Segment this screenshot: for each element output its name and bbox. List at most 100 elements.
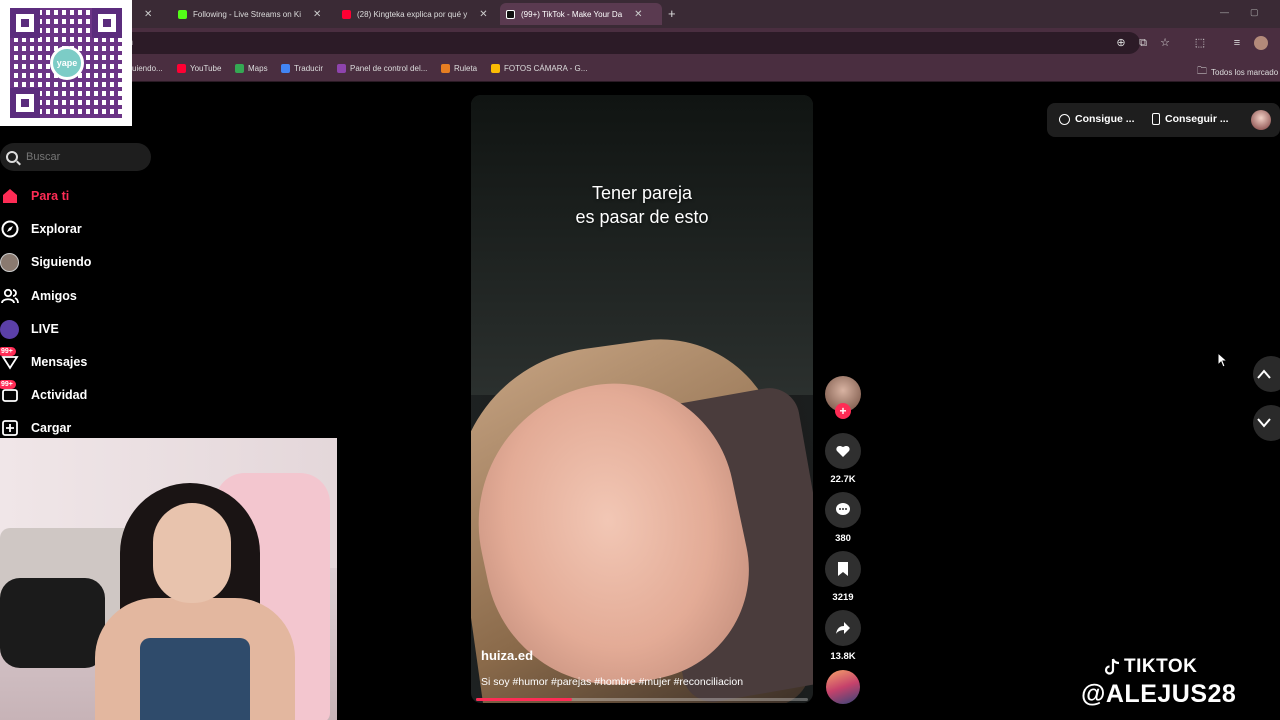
- sidebar-item-explorar[interactable]: Explorar: [0, 217, 82, 241]
- sidebar-item-label: Actividad: [31, 388, 88, 402]
- video-player[interactable]: Tener pareja es pasar de esto huiza.ed S…: [471, 95, 813, 703]
- music-disc[interactable]: [826, 670, 860, 704]
- maximize-button[interactable]: ▢: [1250, 7, 1259, 18]
- bookmark-item[interactable]: uiendo...: [132, 64, 163, 73]
- notification-badge: 99+: [0, 346, 16, 356]
- qr-finder: [10, 8, 40, 38]
- video-author[interactable]: huiza.ed: [481, 648, 533, 663]
- notification-badge: 99+: [0, 379, 16, 389]
- cast-icon[interactable]: ⧉: [1136, 36, 1150, 50]
- sidebar-item-actividad[interactable]: 99+ Actividad: [0, 379, 88, 407]
- stream-overlay-handle: @ALEJUS28: [1081, 680, 1237, 708]
- close-tab-icon[interactable]: ✕: [313, 9, 321, 20]
- previous-video-button[interactable]: [1253, 356, 1280, 392]
- all-bookmarks[interactable]: 🗀 Todos los marcado: [1197, 64, 1278, 81]
- user-avatar[interactable]: [1251, 110, 1271, 130]
- share-button[interactable]: [825, 610, 861, 646]
- sidebar-item-label: Para ti: [31, 189, 70, 203]
- yape-qr-code: yape: [0, 0, 132, 126]
- chevron-down-icon: [1257, 418, 1271, 428]
- search-box[interactable]: [0, 143, 151, 171]
- tiktok-icon: [506, 9, 515, 19]
- bookmark-item[interactable]: Maps: [235, 64, 268, 73]
- sidebar-item-cargar[interactable]: Cargar: [0, 416, 71, 440]
- sidebar-item-siguiendo[interactable]: Siguiendo: [0, 250, 91, 274]
- bookmark-icon: [838, 562, 848, 576]
- sidebar-item-amigos[interactable]: Amigos: [0, 284, 77, 308]
- close-tab-icon[interactable]: ✕: [144, 9, 152, 20]
- heart-icon: [836, 445, 850, 457]
- get-coins-button[interactable]: Consigue ...: [1059, 113, 1135, 125]
- sidebar-item-label: Siguiendo: [31, 255, 92, 269]
- minimize-button[interactable]: —: [1220, 7, 1229, 17]
- bookmark-item[interactable]: Ruleta: [441, 64, 477, 73]
- bookmark-item[interactable]: FOTOS CÁMARA - G...: [491, 64, 587, 73]
- drive-icon: [491, 64, 500, 73]
- share-count: 13.8K: [830, 651, 856, 662]
- address-bar-row: n: [0, 28, 1280, 58]
- extensions-icon[interactable]: ⬚: [1193, 36, 1207, 50]
- bookmark-item[interactable]: YouTube: [177, 64, 221, 73]
- maps-icon: [235, 64, 244, 73]
- comment-button[interactable]: [825, 492, 861, 528]
- tab-label: (28) Kingteka explica por qué y: [357, 9, 468, 19]
- sidebar-item-mensajes[interactable]: 99+ Mensajes: [0, 346, 87, 374]
- stream-overlay-brand: TIKTOK: [1104, 656, 1197, 678]
- live-icon: [0, 319, 19, 339]
- phone-icon: [1152, 113, 1160, 125]
- bookmark-star-icon[interactable]: ☆: [1158, 36, 1172, 50]
- tab-label: Following - Live Streams on Ki: [193, 9, 302, 19]
- sidebar-item-label: Cargar: [31, 421, 72, 435]
- video-progress-bar[interactable]: [476, 698, 808, 701]
- qr-pattern: yape: [10, 8, 122, 118]
- tab-label: (99+) TikTok - Make Your Da: [521, 9, 623, 19]
- video-description[interactable]: Si soy #humor #parejas #hombre #mujer #r…: [481, 676, 743, 688]
- activity-icon: 99+: [0, 379, 19, 405]
- close-tab-icon[interactable]: ✕: [634, 9, 642, 20]
- youtube-icon: [177, 64, 186, 73]
- follow-button[interactable]: +: [835, 403, 851, 419]
- youtube-icon: [342, 9, 351, 19]
- sidebar-item-live[interactable]: LIVE: [0, 317, 59, 341]
- get-app-button[interactable]: Conseguir ...: [1152, 113, 1229, 125]
- media-icon[interactable]: ≡: [1230, 36, 1244, 50]
- bookmarks-bar: uiendo... YouTube Maps Traducir Panel de…: [0, 58, 1280, 82]
- upload-icon: [0, 419, 19, 438]
- like-count: 22.7K: [830, 474, 856, 485]
- save-button[interactable]: [825, 551, 861, 587]
- bookmark-item[interactable]: Panel de control del...: [337, 64, 427, 73]
- tab-tiktok[interactable]: (99+) TikTok - Make Your Da ✕: [500, 3, 662, 25]
- bookmark-item[interactable]: Traducir: [281, 64, 323, 73]
- browser-tab-bar: ✕ Following - Live Streams on Ki ✕ (28) …: [0, 0, 1280, 28]
- home-icon: [0, 187, 19, 206]
- tab-partial[interactable]: ✕: [132, 3, 158, 25]
- comment-count: 380: [835, 533, 851, 544]
- zoom-icon[interactable]: ⊕: [1114, 36, 1128, 50]
- following-avatar-icon: [0, 252, 19, 272]
- tab-kick[interactable]: Following - Live Streams on Ki ✕: [172, 3, 327, 25]
- like-button[interactable]: [825, 433, 861, 469]
- sidebar-item-para-ti[interactable]: Para ti: [0, 184, 69, 208]
- sidebar-item-label: Explorar: [31, 222, 82, 236]
- new-tab-button[interactable]: +: [668, 6, 676, 21]
- profile-avatar[interactable]: [1254, 36, 1268, 50]
- search-input[interactable]: [26, 151, 136, 163]
- cam-person-top: [140, 638, 250, 720]
- translate-icon: [281, 64, 290, 73]
- qr-finder: [92, 8, 122, 38]
- next-video-button[interactable]: [1253, 405, 1280, 441]
- compass-icon: [0, 220, 19, 239]
- search-icon: [6, 151, 18, 163]
- share-icon: [836, 622, 850, 634]
- close-tab-icon[interactable]: ✕: [479, 9, 487, 20]
- comment-icon: [836, 503, 850, 515]
- qr-finder: [10, 88, 40, 118]
- sidebar-item-label: LIVE: [31, 322, 59, 336]
- chevron-up-icon: [1257, 369, 1271, 379]
- save-count: 3219: [832, 592, 854, 603]
- folder-icon: 🗀: [1197, 66, 1207, 77]
- twitch-icon: [337, 64, 346, 73]
- friends-icon: [0, 287, 19, 306]
- tab-youtube[interactable]: (28) Kingteka explica por qué y ✕: [336, 3, 494, 25]
- address-input[interactable]: n: [120, 32, 1140, 54]
